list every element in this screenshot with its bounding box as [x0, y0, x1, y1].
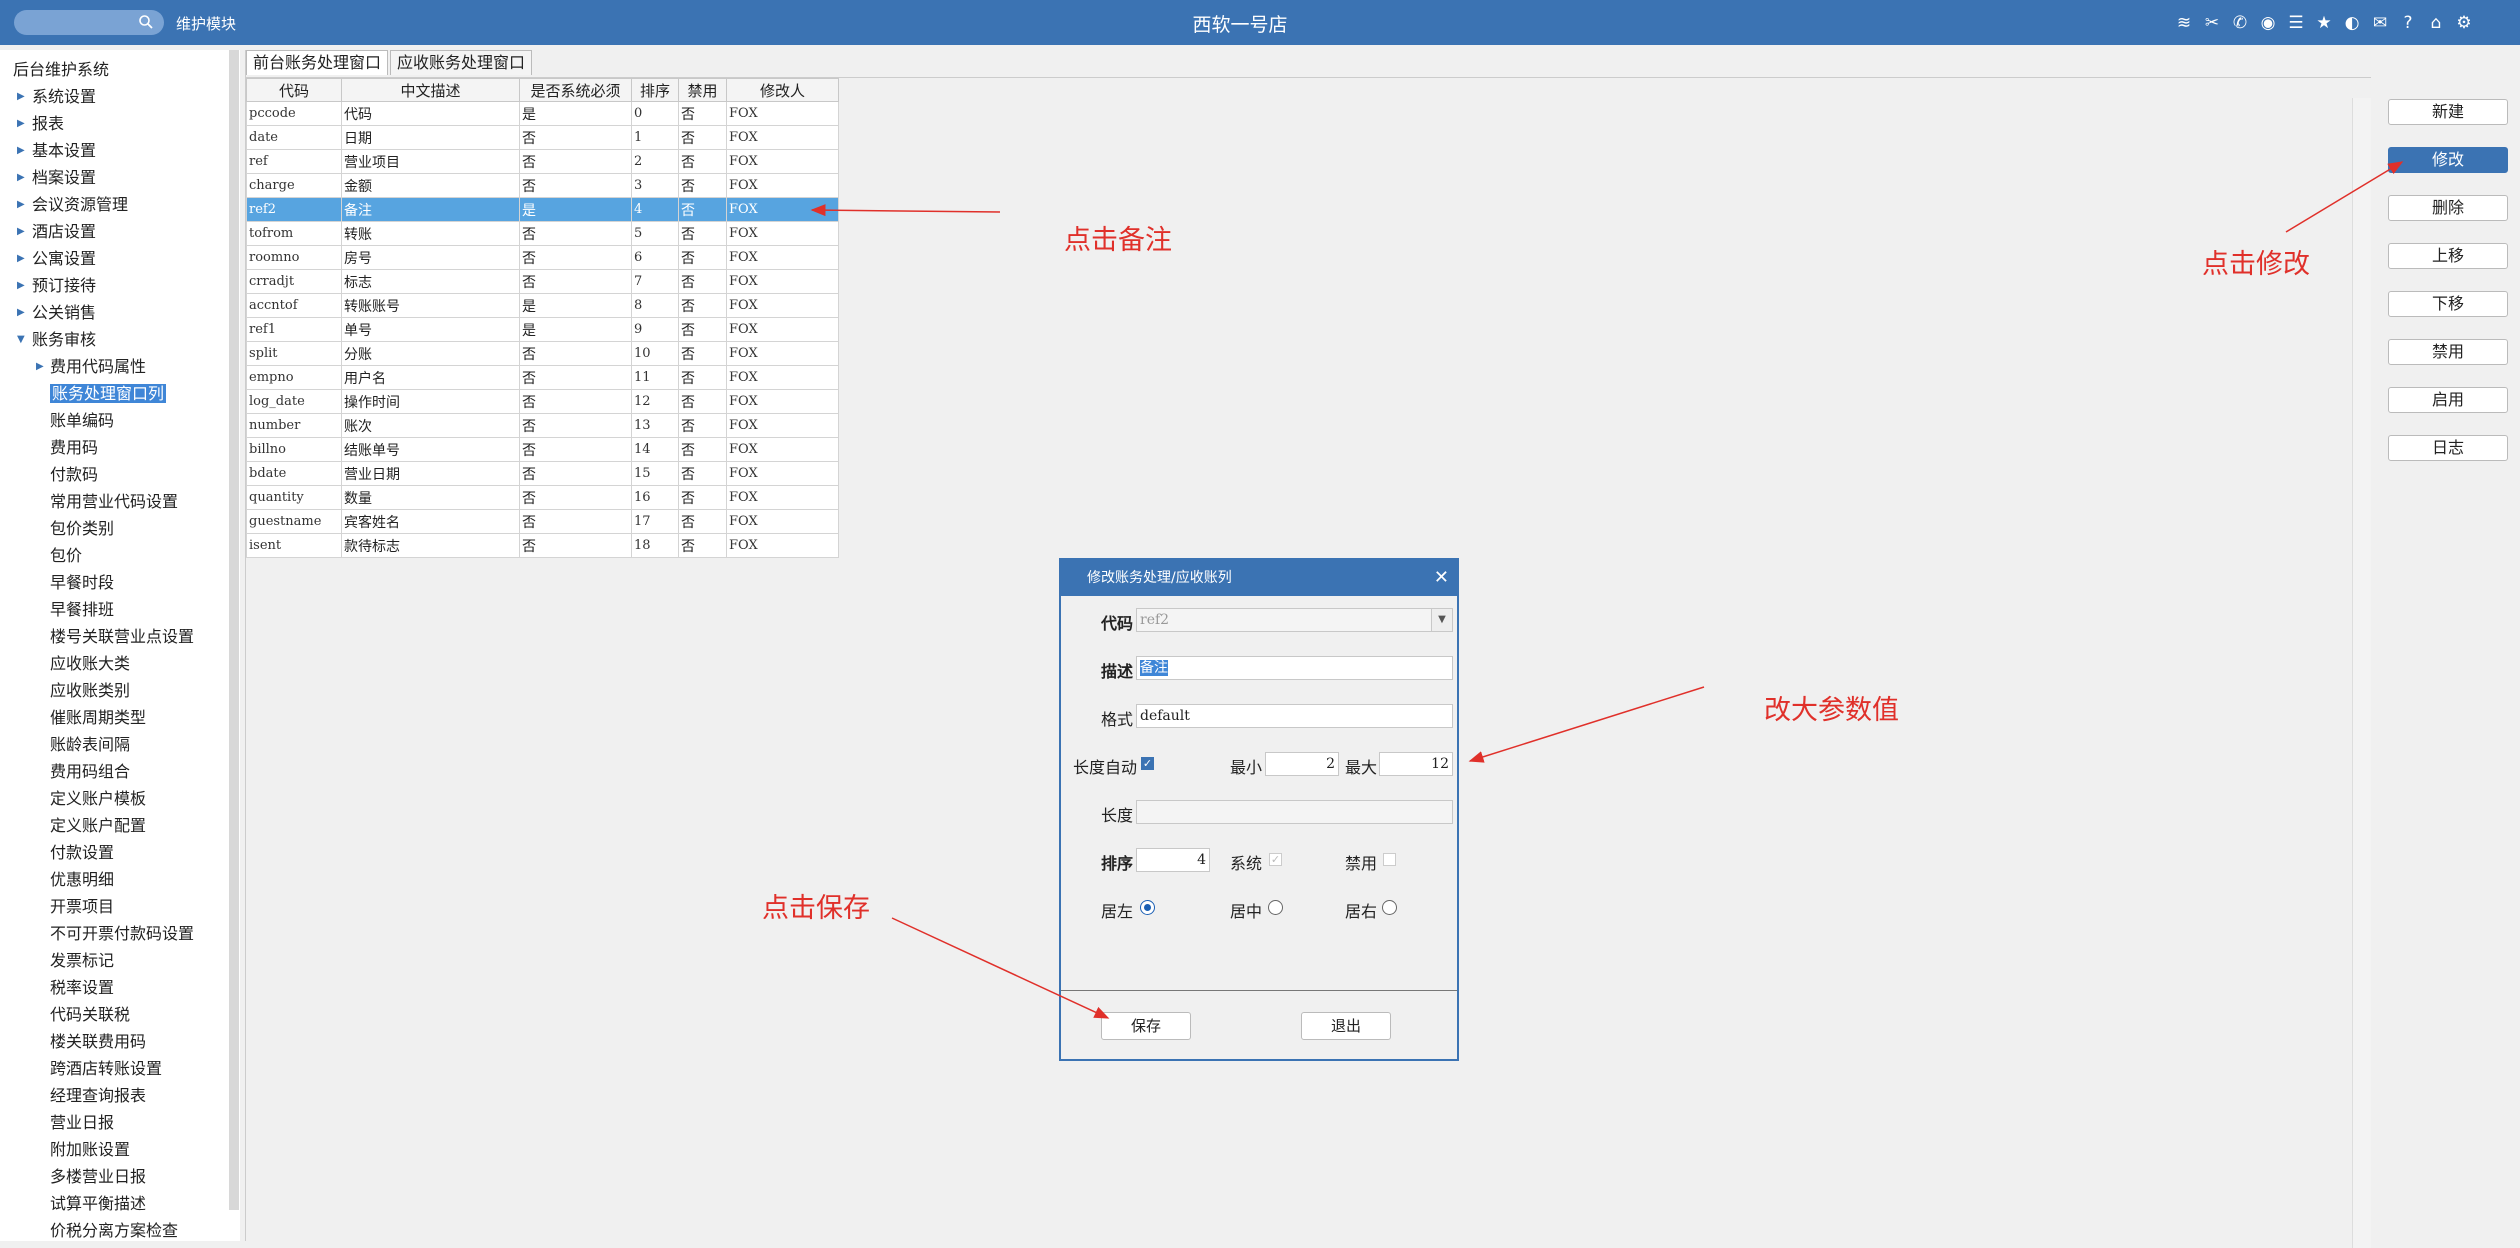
annotation-enlarge-param: 改大参数值 — [1764, 695, 1899, 726]
arrow-to-save-button — [891, 917, 1110, 1019]
arrow-to-modify-button — [2285, 161, 2404, 233]
arrow-to-max-field — [1468, 686, 1705, 763]
annotation-click-save: 点击保存 — [762, 893, 870, 924]
annotation-click-modify: 点击修改 — [2202, 249, 2310, 280]
arrow-to-remark-row — [810, 204, 1001, 217]
annotation-click-remark: 点击备注 — [1064, 225, 1172, 256]
annotation-arrows — [810, 161, 2404, 1019]
